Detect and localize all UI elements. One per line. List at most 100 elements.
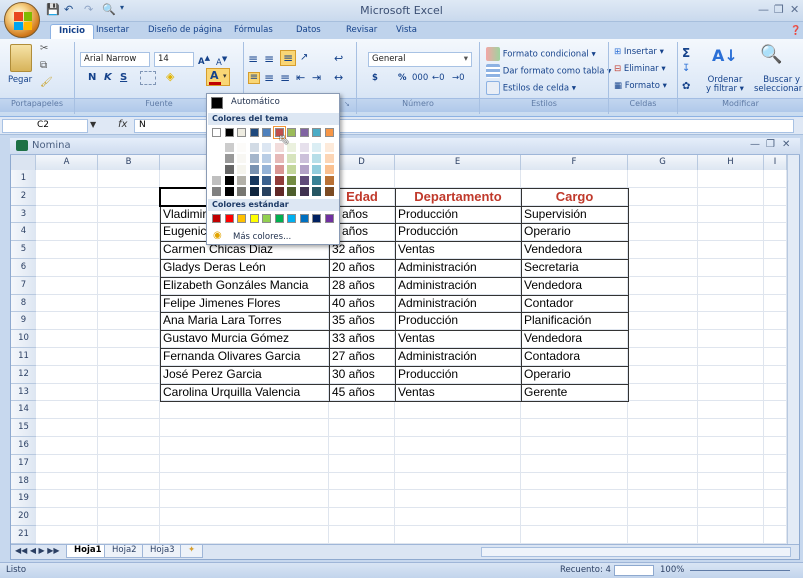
theme-color-swatch[interactable] — [237, 165, 246, 174]
decrease-decimal-icon[interactable]: →0 — [452, 73, 465, 83]
row-header[interactable]: 6 — [11, 259, 36, 277]
table-cell[interactable]: Producción — [395, 223, 521, 241]
theme-color-swatch[interactable] — [212, 187, 221, 196]
font-size-select[interactable]: 14 — [154, 52, 194, 67]
font-family-select[interactable]: Arial Narrow — [80, 52, 150, 67]
theme-color-swatch[interactable] — [274, 154, 284, 163]
theme-color-swatch[interactable] — [324, 154, 334, 163]
theme-color-swatch[interactable] — [224, 176, 234, 185]
restore-icon[interactable]: ❐ — [774, 3, 784, 16]
tab-insertar[interactable]: Insertar — [88, 24, 137, 39]
table-cell[interactable]: 27 años — [329, 348, 395, 366]
tab-vista[interactable]: Vista — [388, 24, 425, 39]
theme-color-swatch[interactable] — [249, 187, 259, 196]
table-cell[interactable]: Carolina Urquilla Valencia — [160, 384, 329, 402]
theme-color-swatch[interactable] — [324, 187, 334, 196]
table-cell[interactable]: Vendedora — [521, 277, 628, 295]
col-header-i[interactable]: I — [764, 155, 787, 170]
theme-color-swatch[interactable] — [262, 165, 271, 174]
zoom-slider[interactable] — [690, 570, 790, 571]
italic-button[interactable]: K — [104, 72, 112, 83]
theme-color-swatch[interactable] — [324, 143, 334, 152]
table-cell[interactable]: 30 años — [329, 366, 395, 384]
wrap-text-icon[interactable]: ↩ — [334, 52, 343, 65]
number-format-select[interactable]: General ▾ — [368, 52, 472, 67]
decrease-indent-icon[interactable]: ⇤ — [296, 71, 305, 84]
theme-color-swatch[interactable] — [299, 176, 309, 185]
row-header[interactable]: 17 — [11, 454, 36, 473]
sort-filter-button[interactable]: Ordenar y filtrar ▾ — [706, 76, 744, 94]
table-cell[interactable]: Planificación — [521, 312, 628, 330]
table-cell[interactable]: 35 años — [329, 312, 395, 330]
theme-color-swatch[interactable] — [312, 154, 321, 163]
table-cell[interactable]: Gerente — [521, 384, 628, 402]
col-header-f[interactable]: F — [521, 155, 628, 170]
automatic-color-option[interactable]: Automático — [231, 97, 280, 107]
cell-styles-button[interactable]: Estilos de celda ▾ — [486, 81, 576, 95]
col-header-a[interactable]: A — [36, 155, 98, 170]
fill-color-icon[interactable]: ◈ — [166, 70, 174, 83]
insert-function-icon[interactable]: fx — [118, 119, 127, 130]
col-header-e[interactable]: E — [395, 155, 521, 170]
table-cell[interactable]: Gladys Deras León — [160, 259, 329, 277]
grow-font-icon[interactable]: A▲ — [198, 53, 210, 67]
theme-color-swatch[interactable] — [212, 128, 221, 137]
theme-color-swatch[interactable] — [224, 154, 234, 163]
table-cell[interactable]: Producción — [395, 312, 521, 330]
table-cell[interactable]: Contador — [521, 295, 628, 313]
row-header[interactable]: 7 — [11, 276, 36, 295]
row-header[interactable]: 18 — [11, 472, 36, 491]
standard-color-swatch[interactable] — [262, 214, 271, 223]
theme-color-swatch[interactable] — [237, 154, 246, 163]
theme-color-swatch[interactable] — [212, 176, 221, 185]
tab-datos[interactable]: Datos — [288, 24, 329, 39]
table-cell[interactable]: Producción — [395, 366, 521, 384]
standard-color-swatch[interactable] — [249, 214, 259, 223]
table-cell[interactable]: 28 años — [329, 277, 395, 295]
table-cell[interactable]: Ventas — [395, 241, 521, 259]
clear-icon[interactable]: ✿ — [682, 81, 690, 92]
theme-color-swatch[interactable] — [299, 128, 309, 137]
row-header[interactable]: 5 — [11, 241, 36, 259]
theme-color-swatch[interactable] — [287, 187, 296, 196]
theme-color-swatch[interactable] — [299, 154, 309, 163]
thousands-button[interactable]: 000 — [412, 73, 428, 83]
table-cell[interactable]: 33 años — [329, 330, 395, 348]
col-header-b[interactable]: B — [98, 155, 160, 170]
table-cell[interactable]: Ventas — [395, 384, 521, 402]
find-select-button[interactable]: Buscar yseleccionar ▾ — [754, 76, 803, 94]
alignment-launcher-icon[interactable]: ↘ — [344, 100, 350, 108]
theme-color-swatch[interactable] — [274, 176, 284, 185]
align-right-icon[interactable]: ≡ — [280, 71, 290, 85]
format-as-table-button[interactable]: Dar formato como tabla ▾ — [486, 64, 611, 78]
vertical-scrollbar[interactable] — [787, 155, 799, 544]
align-middle-icon[interactable]: ≡ — [264, 52, 274, 66]
underline-button[interactable]: S — [120, 72, 127, 83]
standard-color-swatch[interactable] — [274, 214, 284, 223]
standard-color-swatch[interactable] — [237, 214, 246, 223]
theme-color-swatch[interactable] — [262, 143, 271, 152]
theme-color-swatch[interactable] — [287, 165, 296, 174]
row-header[interactable]: 4 — [11, 223, 36, 242]
theme-color-swatch[interactable] — [237, 143, 246, 152]
horizontal-scrollbar[interactable] — [481, 547, 791, 557]
theme-color-swatch[interactable] — [237, 176, 246, 185]
standard-color-swatch[interactable] — [299, 214, 309, 223]
borders-icon[interactable] — [140, 71, 156, 85]
bold-button[interactable]: N — [88, 72, 96, 83]
sheet-tab-hoja2[interactable]: Hoja2 — [104, 545, 145, 558]
theme-color-swatch[interactable] — [212, 165, 221, 174]
wb-restore-icon[interactable]: ❐ — [766, 139, 775, 150]
autosum-icon[interactable]: Σ — [682, 46, 690, 60]
table-cell[interactable]: Supervisión — [521, 206, 628, 224]
orientation-icon[interactable]: ↗ — [300, 52, 308, 63]
row-header[interactable]: 10 — [11, 330, 36, 348]
shrink-font-icon[interactable]: A▼ — [216, 54, 227, 68]
table-header-cell[interactable]: Cargo — [521, 188, 628, 206]
theme-color-swatch[interactable] — [237, 128, 246, 137]
table-cell[interactable]: Operario — [521, 223, 628, 241]
increase-decimal-icon[interactable]: ←0 — [432, 73, 445, 83]
standard-color-swatch[interactable] — [212, 214, 221, 223]
col-header-g[interactable]: G — [628, 155, 698, 170]
help-icon[interactable]: ❓ — [790, 26, 801, 36]
